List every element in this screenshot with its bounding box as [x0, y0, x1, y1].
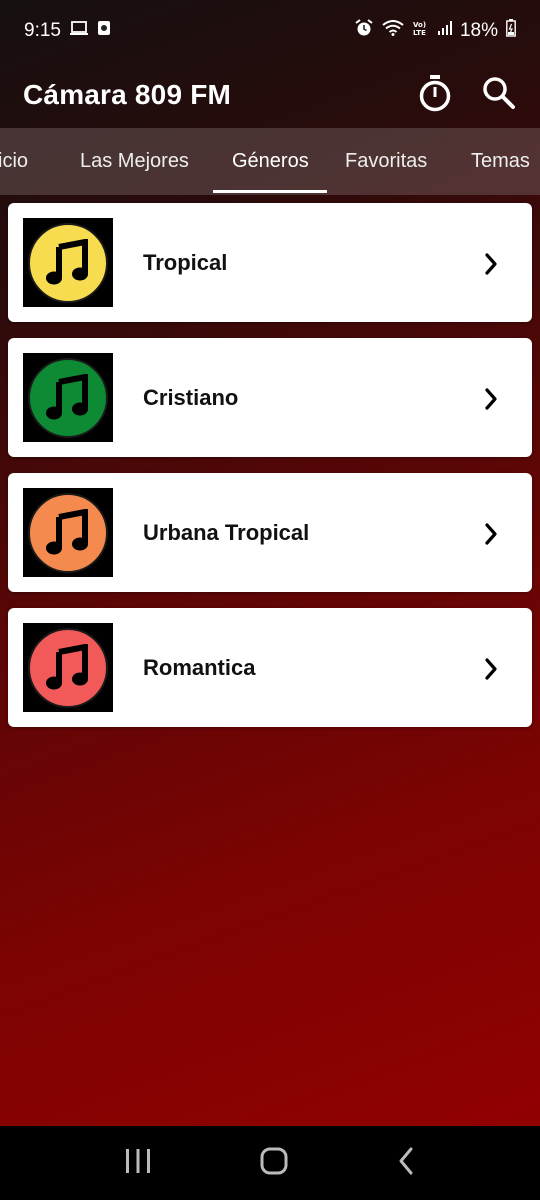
genre-card-urbana-tropical[interactable]: Urbana Tropical — [8, 473, 532, 592]
tab-favoritas[interactable]: Favoritas — [345, 128, 427, 195]
status-time: 9:15 — [24, 20, 61, 41]
search-icon[interactable] — [482, 76, 516, 115]
genre-list: Tropical Cristiano Urbana Tropical Roman… — [8, 203, 532, 743]
chevron-right-icon — [484, 388, 498, 415]
tab-bar: icio Las Mejores Géneros Favoritas Temas — [0, 128, 540, 195]
genre-label: Romantica — [143, 654, 256, 680]
music-note-icon — [28, 357, 108, 438]
tab-las-mejores[interactable]: Las Mejores — [80, 128, 189, 195]
tab-indicator — [213, 190, 327, 193]
music-note-icon — [28, 492, 108, 573]
app-actions — [418, 74, 516, 117]
volte-icon: Vo) LTE — [412, 19, 430, 43]
chevron-right-icon — [484, 658, 498, 685]
signal-icon — [437, 20, 452, 42]
app-title: Cámara 809 FM — [23, 79, 232, 110]
wifi-icon — [382, 20, 404, 42]
laptop-icon — [69, 20, 89, 42]
status-right: Vo) LTE 18% — [354, 19, 516, 43]
tab-inicio[interactable]: icio — [0, 128, 28, 195]
system-nav-bar — [0, 1126, 540, 1200]
genre-thumbnail — [23, 623, 113, 712]
status-left: 9:15 — [24, 20, 111, 42]
back-icon[interactable] — [396, 1146, 416, 1181]
chevron-right-icon — [484, 253, 498, 280]
tab-generos[interactable]: Géneros — [232, 128, 309, 195]
app-bar: Cámara 809 FM — [0, 62, 540, 128]
genre-label: Urbana Tropical — [143, 519, 310, 545]
genre-thumbnail — [23, 218, 113, 307]
genre-label: Cristiano — [143, 384, 239, 410]
status-bar: 9:15 Vo) LTE 18% — [0, 0, 540, 62]
battery-icon — [506, 19, 516, 43]
battery-percent: 18% — [459, 20, 498, 41]
screen-record-icon — [97, 20, 111, 42]
genre-label: Tropical — [143, 249, 228, 275]
chevron-right-icon — [484, 523, 498, 550]
svg-text:LTE: LTE — [413, 29, 426, 37]
genre-card-tropical[interactable]: Tropical — [8, 203, 532, 322]
home-icon[interactable] — [259, 1146, 289, 1181]
svg-text:Vo): Vo) — [413, 21, 426, 29]
recent-apps-icon[interactable] — [124, 1148, 152, 1179]
genre-thumbnail — [23, 353, 113, 442]
music-note-icon — [28, 627, 108, 708]
genre-card-romantica[interactable]: Romantica — [8, 608, 532, 727]
genre-card-cristiano[interactable]: Cristiano — [8, 338, 532, 457]
timer-icon[interactable] — [418, 74, 452, 117]
alarm-icon — [354, 19, 374, 43]
genre-thumbnail — [23, 488, 113, 577]
music-note-icon — [28, 222, 108, 303]
tab-temas[interactable]: Temas — [471, 128, 530, 195]
